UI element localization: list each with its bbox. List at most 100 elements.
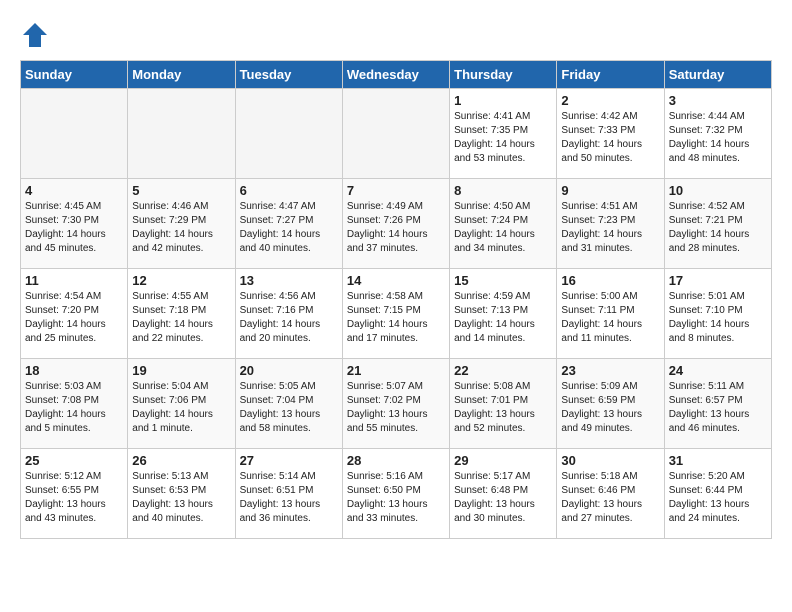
calendar-day-cell: 1Sunrise: 4:41 AM Sunset: 7:35 PM Daylig…	[450, 89, 557, 179]
calendar-day-cell: 9 Sunrise: 4:51 AM Sunset: 7:23 PM Daylig…	[557, 179, 664, 269]
calendar-day-cell: 6 Sunrise: 4:47 AM Sunset: 7:27 PM Daylig…	[235, 179, 342, 269]
day-number: 19	[132, 363, 230, 378]
day-number: 10	[669, 183, 767, 198]
calendar-week-row: 18Sunrise: 5:03 AM Sunset: 7:08 PM Dayli…	[21, 359, 772, 449]
calendar-day-cell: 30 Sunrise: 5:18 AM Sunset: 6:46 PM Dayli…	[557, 449, 664, 539]
calendar-week-row: 4 Sunrise: 4:45 AM Sunset: 7:30 PM Daylig…	[21, 179, 772, 269]
day-info: Sunrise: 5:11 AM Sunset: 6:57 PM Dayligh…	[669, 380, 767, 436]
day-of-week-header: Sunday	[21, 61, 128, 89]
day-number: 15	[454, 273, 552, 288]
day-info: Sunrise: 5:17 AM Sunset: 6:48 PM Dayligh…	[454, 470, 552, 526]
day-number: 27	[240, 453, 338, 468]
day-of-week-header: Friday	[557, 61, 664, 89]
page-header	[20, 20, 772, 50]
calendar-day-cell: 17 Sunrise: 5:01 AM Sunset: 7:10 PM Dayli…	[664, 269, 771, 359]
calendar-day-cell: 3Sunrise: 4:44 AM Sunset: 7:32 PM Daylig…	[664, 89, 771, 179]
day-number: 29	[454, 453, 552, 468]
day-number: 23	[561, 363, 659, 378]
day-info: Sunrise: 4:54 AM Sunset: 7:20 PM Dayligh…	[25, 290, 123, 346]
calendar-day-cell: 8Sunrise: 4:50 AM Sunset: 7:24 PM Daylig…	[450, 179, 557, 269]
day-info: Sunrise: 4:41 AM Sunset: 7:35 PM Dayligh…	[454, 110, 552, 166]
day-number: 26	[132, 453, 230, 468]
day-info: Sunrise: 4:47 AM Sunset: 7:27 PM Dayligh…	[240, 200, 338, 256]
calendar-table: SundayMondayTuesdayWednesdayThursdayFrid…	[20, 60, 772, 539]
day-info: Sunrise: 4:55 AM Sunset: 7:18 PM Dayligh…	[132, 290, 230, 346]
day-info: Sunrise: 5:05 AM Sunset: 7:04 PM Dayligh…	[240, 380, 338, 436]
calendar-day-cell	[342, 89, 449, 179]
day-info: Sunrise: 5:20 AM Sunset: 6:44 PM Dayligh…	[669, 470, 767, 526]
calendar-day-cell: 19 Sunrise: 5:04 AM Sunset: 7:06 PM Dayli…	[128, 359, 235, 449]
day-number: 12	[132, 273, 230, 288]
calendar-day-cell: 26 Sunrise: 5:13 AM Sunset: 6:53 PM Dayli…	[128, 449, 235, 539]
calendar-day-cell: 4 Sunrise: 4:45 AM Sunset: 7:30 PM Daylig…	[21, 179, 128, 269]
calendar-day-cell: 13Sunrise: 4:56 AM Sunset: 7:16 PM Dayli…	[235, 269, 342, 359]
day-number: 22	[454, 363, 552, 378]
day-info: Sunrise: 4:46 AM Sunset: 7:29 PM Dayligh…	[132, 200, 230, 256]
day-number: 14	[347, 273, 445, 288]
day-number: 31	[669, 453, 767, 468]
day-info: Sunrise: 4:51 AM Sunset: 7:23 PM Dayligh…	[561, 200, 659, 256]
day-info: Sunrise: 4:50 AM Sunset: 7:24 PM Dayligh…	[454, 200, 552, 256]
calendar-day-cell	[128, 89, 235, 179]
calendar-day-cell: 20 Sunrise: 5:05 AM Sunset: 7:04 PM Dayli…	[235, 359, 342, 449]
calendar-day-cell: 21Sunrise: 5:07 AM Sunset: 7:02 PM Dayli…	[342, 359, 449, 449]
day-number: 28	[347, 453, 445, 468]
day-info: Sunrise: 5:04 AM Sunset: 7:06 PM Dayligh…	[132, 380, 230, 436]
day-info: Sunrise: 4:52 AM Sunset: 7:21 PM Dayligh…	[669, 200, 767, 256]
calendar-day-cell: 29 Sunrise: 5:17 AM Sunset: 6:48 PM Dayli…	[450, 449, 557, 539]
calendar-day-cell: 18Sunrise: 5:03 AM Sunset: 7:08 PM Dayli…	[21, 359, 128, 449]
day-info: Sunrise: 5:00 AM Sunset: 7:11 PM Dayligh…	[561, 290, 659, 346]
calendar-day-cell: 5 Sunrise: 4:46 AM Sunset: 7:29 PM Daylig…	[128, 179, 235, 269]
day-number: 16	[561, 273, 659, 288]
calendar-day-cell: 12 Sunrise: 4:55 AM Sunset: 7:18 PM Dayli…	[128, 269, 235, 359]
day-info: Sunrise: 5:12 AM Sunset: 6:55 PM Dayligh…	[25, 470, 123, 526]
calendar-day-cell: 7Sunrise: 4:49 AM Sunset: 7:26 PM Daylig…	[342, 179, 449, 269]
calendar-day-cell: 31 Sunrise: 5:20 AM Sunset: 6:44 PM Dayli…	[664, 449, 771, 539]
calendar-day-cell: 14 Sunrise: 4:58 AM Sunset: 7:15 PM Dayli…	[342, 269, 449, 359]
days-of-week-row: SundayMondayTuesdayWednesdayThursdayFrid…	[21, 61, 772, 89]
day-number: 25	[25, 453, 123, 468]
calendar-week-row: 25 Sunrise: 5:12 AM Sunset: 6:55 PM Dayli…	[21, 449, 772, 539]
logo	[20, 20, 56, 50]
calendar-day-cell: 16 Sunrise: 5:00 AM Sunset: 7:11 PM Dayli…	[557, 269, 664, 359]
day-number: 2	[561, 93, 659, 108]
day-info: Sunrise: 5:01 AM Sunset: 7:10 PM Dayligh…	[669, 290, 767, 346]
day-info: Sunrise: 5:14 AM Sunset: 6:51 PM Dayligh…	[240, 470, 338, 526]
day-info: Sunrise: 5:07 AM Sunset: 7:02 PM Dayligh…	[347, 380, 445, 436]
logo-icon	[20, 20, 50, 50]
calendar-day-cell: 28 Sunrise: 5:16 AM Sunset: 6:50 PM Dayli…	[342, 449, 449, 539]
calendar-week-row: 1Sunrise: 4:41 AM Sunset: 7:35 PM Daylig…	[21, 89, 772, 179]
calendar-body: 1Sunrise: 4:41 AM Sunset: 7:35 PM Daylig…	[21, 89, 772, 539]
day-info: Sunrise: 5:16 AM Sunset: 6:50 PM Dayligh…	[347, 470, 445, 526]
day-number: 4	[25, 183, 123, 198]
day-number: 20	[240, 363, 338, 378]
calendar-day-cell: 23Sunrise: 5:09 AM Sunset: 6:59 PM Dayli…	[557, 359, 664, 449]
day-info: Sunrise: 4:45 AM Sunset: 7:30 PM Dayligh…	[25, 200, 123, 256]
calendar-day-cell: 10 Sunrise: 4:52 AM Sunset: 7:21 PM Dayli…	[664, 179, 771, 269]
day-number: 5	[132, 183, 230, 198]
calendar-day-cell	[21, 89, 128, 179]
calendar-day-cell: 25 Sunrise: 5:12 AM Sunset: 6:55 PM Dayli…	[21, 449, 128, 539]
day-number: 24	[669, 363, 767, 378]
day-number: 17	[669, 273, 767, 288]
calendar-day-cell: 11 Sunrise: 4:54 AM Sunset: 7:20 PM Dayli…	[21, 269, 128, 359]
calendar-week-row: 11 Sunrise: 4:54 AM Sunset: 7:20 PM Dayli…	[21, 269, 772, 359]
day-info: Sunrise: 5:13 AM Sunset: 6:53 PM Dayligh…	[132, 470, 230, 526]
day-number: 3	[669, 93, 767, 108]
day-info: Sunrise: 4:58 AM Sunset: 7:15 PM Dayligh…	[347, 290, 445, 346]
calendar-day-cell	[235, 89, 342, 179]
day-of-week-header: Wednesday	[342, 61, 449, 89]
day-of-week-header: Monday	[128, 61, 235, 89]
day-number: 6	[240, 183, 338, 198]
day-info: Sunrise: 4:59 AM Sunset: 7:13 PM Dayligh…	[454, 290, 552, 346]
calendar-day-cell: 27 Sunrise: 5:14 AM Sunset: 6:51 PM Dayli…	[235, 449, 342, 539]
day-number: 11	[25, 273, 123, 288]
day-number: 30	[561, 453, 659, 468]
calendar-day-cell: 22 Sunrise: 5:08 AM Sunset: 7:01 PM Dayli…	[450, 359, 557, 449]
day-of-week-header: Tuesday	[235, 61, 342, 89]
day-info: Sunrise: 5:18 AM Sunset: 6:46 PM Dayligh…	[561, 470, 659, 526]
day-number: 13	[240, 273, 338, 288]
day-info: Sunrise: 5:08 AM Sunset: 7:01 PM Dayligh…	[454, 380, 552, 436]
day-info: Sunrise: 4:49 AM Sunset: 7:26 PM Dayligh…	[347, 200, 445, 256]
day-number: 9	[561, 183, 659, 198]
